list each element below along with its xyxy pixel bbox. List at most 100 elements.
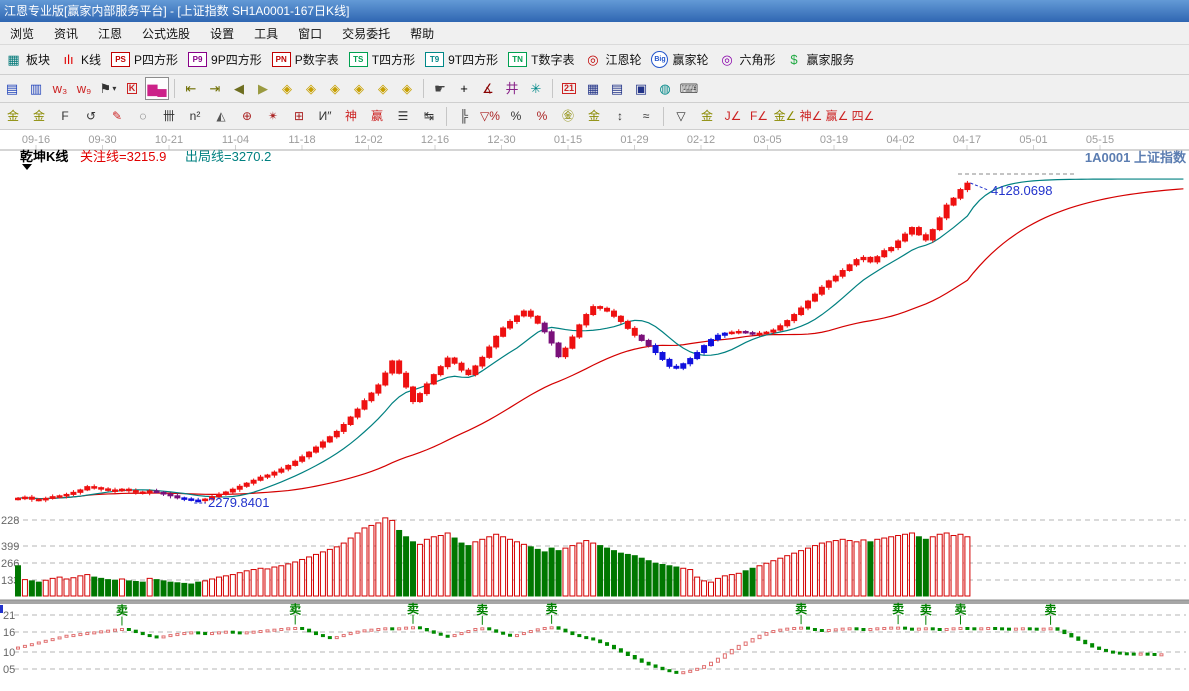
crosshair-button[interactable]: + <box>453 78 475 99</box>
menu-item-0[interactable]: 浏览 <box>0 25 44 42</box>
ying-button[interactable]: 赢 <box>365 106 389 127</box>
gold-angle-button[interactable]: 金∠ <box>773 106 797 127</box>
first-bar-button[interactable]: ⇤ <box>180 78 202 99</box>
brush-button[interactable]: ✎ <box>105 106 129 127</box>
prev-bar-button[interactable]: ◀ <box>228 78 250 99</box>
gann-grid-button[interactable]: 井 <box>501 78 523 99</box>
gold-lines-button[interactable]: 金 <box>582 106 606 127</box>
tick-ruler-button[interactable]: 卌 <box>157 106 181 127</box>
indicator-mark <box>107 630 110 632</box>
shen-button[interactable]: 神 <box>339 106 363 127</box>
zoom-h-button[interactable]: ◈ <box>324 78 346 99</box>
volume-bar <box>154 580 159 596</box>
zoom-left-button[interactable]: ◈ <box>276 78 298 99</box>
f-angle-button[interactable]: F∠ <box>747 106 771 127</box>
menu-item-7[interactable]: 交易委托 <box>332 25 400 42</box>
web-button[interactable]: ◍ <box>654 78 676 99</box>
gann-web-button[interactable]: ✴ <box>261 106 285 127</box>
gold-circle-button[interactable]: ㊎ <box>556 106 580 127</box>
angle-measure-button[interactable]: ∡ <box>477 78 499 99</box>
gold-line-button[interactable]: 金 <box>695 106 719 127</box>
wave3-button[interactable]: w₃ <box>49 78 71 99</box>
stats-frame-button[interactable]: ╠ <box>452 106 476 127</box>
chart-style-button[interactable]: ▆▄ <box>145 77 169 100</box>
ying-angle-button[interactable]: 赢∠ <box>825 106 849 127</box>
menu-item-3[interactable]: 公式选股 <box>132 25 200 42</box>
n-square-button[interactable]: n² <box>183 106 207 127</box>
9t-square-button[interactable]: T99T四方形 <box>425 51 498 68</box>
last-bar-button[interactable]: ⇥ <box>204 78 226 99</box>
menu-item-1[interactable]: 资讯 <box>44 25 88 42</box>
panel-splitter[interactable] <box>0 600 1189 604</box>
menu-item-6[interactable]: 窗口 <box>288 25 332 42</box>
gold-grid1-button[interactable]: 金 <box>1 106 25 127</box>
indicator-name-label[interactable]: 乾坤K线 <box>20 149 68 164</box>
doc-blue-button[interactable]: ▤ <box>1 78 23 99</box>
hand-button[interactable]: ☛ <box>429 78 451 99</box>
info-doc-button[interactable]: ▥ <box>25 78 47 99</box>
percent-line-button[interactable]: % <box>530 106 554 127</box>
price-mark-button[interactable]: ↕ <box>608 106 632 127</box>
candle-body <box>646 340 651 345</box>
shen-angle-button[interactable]: 神∠ <box>799 106 823 127</box>
volume-bar <box>605 548 610 596</box>
9p-square-button[interactable]: P99P四方形 <box>188 51 262 68</box>
flag-button[interactable]: ⚑▾ <box>97 78 119 99</box>
chart-canvas[interactable]: 09-1609-3010-2111-0411-1812-0212-1612-30… <box>0 130 1189 686</box>
menu-item-5[interactable]: 工具 <box>244 25 288 42</box>
notes-button[interactable]: ▤ <box>606 78 628 99</box>
circle-cross-button[interactable]: ⊕ <box>235 106 259 127</box>
si-angle-icon: 四∠ <box>852 110 875 122</box>
speed-line-button[interactable]: И″ <box>313 106 337 127</box>
p-square-button-label: P四方形 <box>134 51 178 68</box>
menu-item-4[interactable]: 设置 <box>200 25 244 42</box>
gann-wheel-button[interactable]: ◎江恩轮 <box>584 51 641 68</box>
ruler123-button[interactable]: ☰ <box>391 106 415 127</box>
chart-area[interactable]: 09-1609-3010-2111-0411-1812-0212-1612-30… <box>0 130 1189 686</box>
compress-button[interactable]: ◈ <box>348 78 370 99</box>
candle-body <box>272 472 277 475</box>
sector-button[interactable]: ▦板块 <box>5 51 50 68</box>
save-button[interactable]: ▣ <box>630 78 652 99</box>
menu-item-2[interactable]: 江恩 <box>88 25 132 42</box>
f-grid-button[interactable]: F <box>53 106 77 127</box>
crosshair-icon: + <box>460 82 468 95</box>
wave9-button[interactable]: w₉ <box>73 78 95 99</box>
next-bar-button[interactable]: ▶ <box>252 78 274 99</box>
spiral-button[interactable]: ↺ <box>79 106 103 127</box>
width-measure-button[interactable]: ↹ <box>417 106 441 127</box>
angle-a-button[interactable]: ◭ <box>209 106 233 127</box>
expand-button[interactable]: ◈ <box>396 78 418 99</box>
candle-body <box>702 346 707 353</box>
wave-fit-button[interactable]: ≈ <box>634 106 658 127</box>
percent-tri-button[interactable]: ▽% <box>478 106 502 127</box>
candle-body <box>293 461 298 465</box>
calculator-button[interactable]: ▦ <box>582 78 604 99</box>
j-angle-button[interactable]: J∠ <box>721 106 745 127</box>
smart-button[interactable]: ✳ <box>525 78 547 99</box>
t-square-button[interactable]: TST四方形 <box>349 51 415 68</box>
workstation-button[interactable]: ⌨ <box>678 78 700 99</box>
compass-button[interactable]: ◌ <box>131 106 155 127</box>
t-table-button[interactable]: TNT数字表 <box>508 51 574 68</box>
burst-button[interactable]: ◈ <box>372 78 394 99</box>
cup-button[interactable]: ▽ <box>669 106 693 127</box>
winner-service-button[interactable]: $赢家服务 <box>786 51 855 68</box>
low-annotation: 2279.8401 <box>208 495 269 510</box>
kline-button[interactable]: ılıK线 <box>60 51 101 68</box>
menu-item-8[interactable]: 帮助 <box>400 25 444 42</box>
kline-frame-button[interactable]: K <box>121 78 143 99</box>
si-angle-button[interactable]: 四∠ <box>851 106 875 127</box>
p-table-button[interactable]: PNP数字表 <box>272 51 339 68</box>
wave-icon: ≈ <box>643 110 650 122</box>
percent-button[interactable]: % <box>504 106 528 127</box>
calendar-button[interactable]: 21 <box>558 78 580 99</box>
indicator-dropdown-icon[interactable] <box>22 164 32 170</box>
window-titlebar[interactable]: 江恩专业版[赢家内部服务平台] - [上证指数 SH1A0001-167日K线] <box>0 0 1189 22</box>
gold-grid2-button[interactable]: 金 <box>27 106 51 127</box>
p-square-button[interactable]: PSP四方形 <box>111 51 178 68</box>
winner-wheel-button[interactable]: Big赢家轮 <box>651 51 708 68</box>
zoom-right-button[interactable]: ◈ <box>300 78 322 99</box>
boxed-web-button[interactable]: ⊞ <box>287 106 311 127</box>
hexagon-button[interactable]: ◎六角形 <box>718 51 775 68</box>
